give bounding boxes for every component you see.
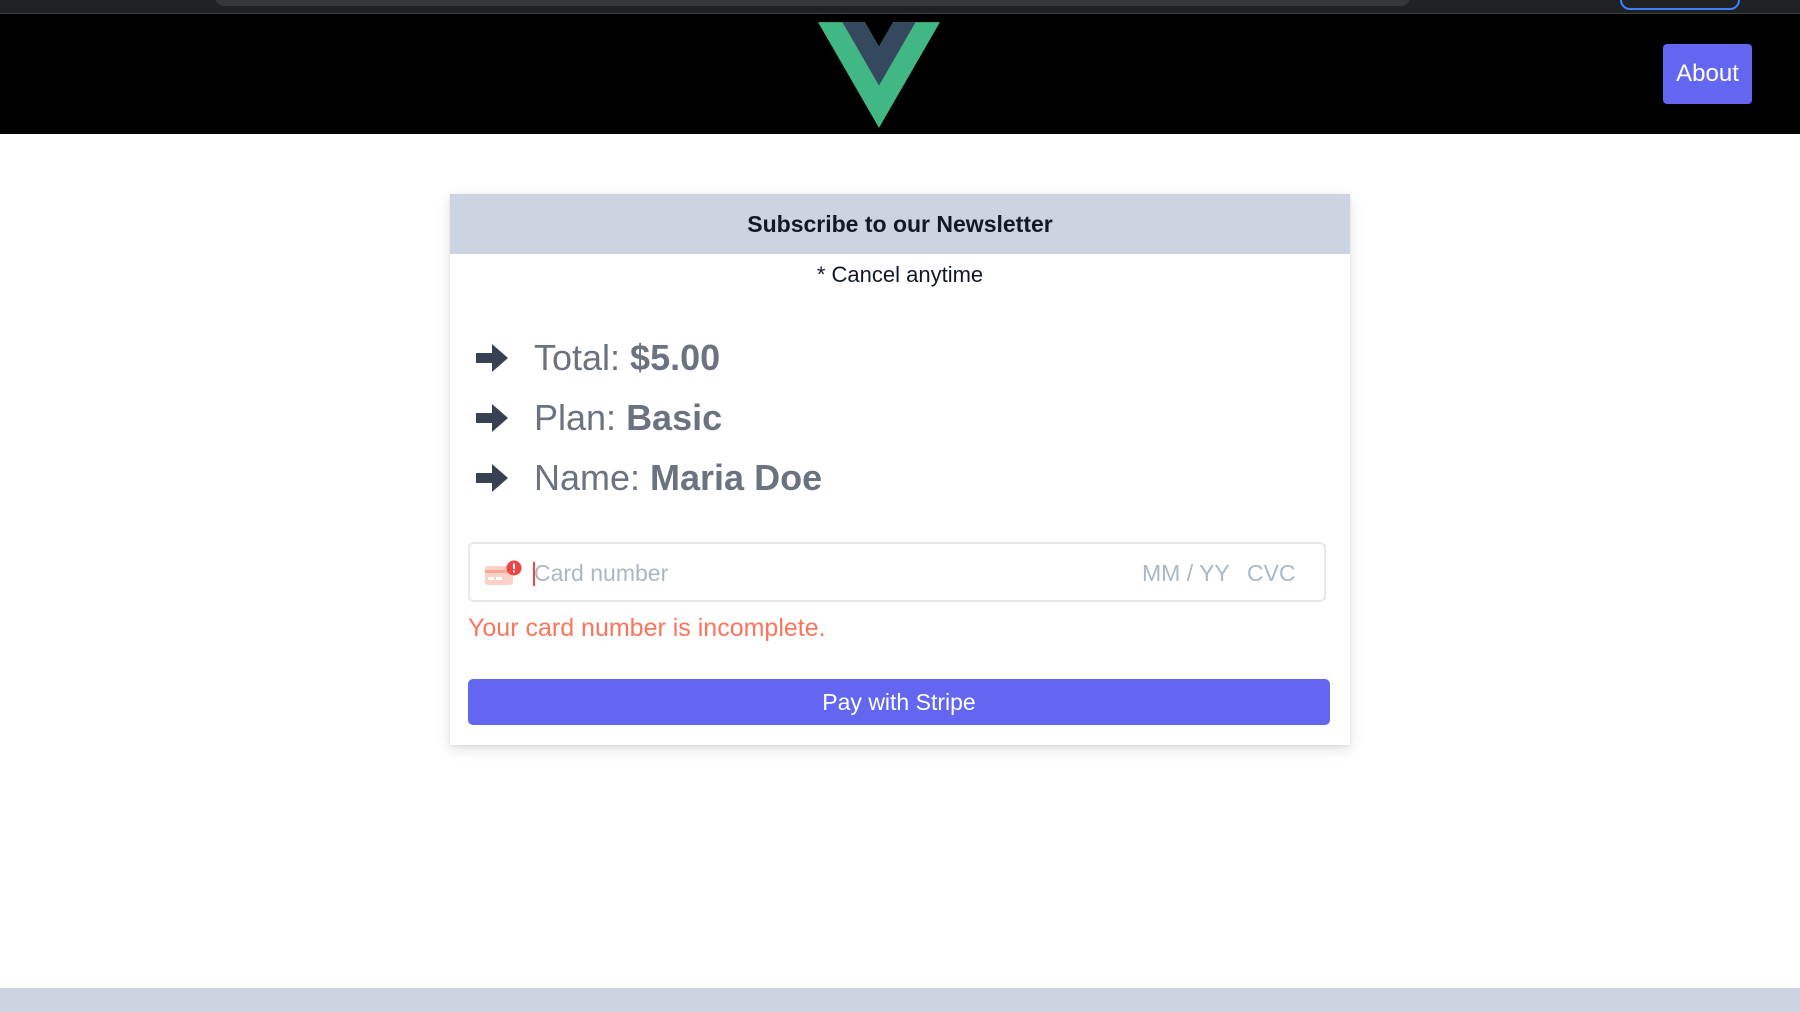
card-cvc-input[interactable]: CVC	[1247, 560, 1296, 587]
card-title: Subscribe to our Newsletter	[450, 194, 1350, 254]
summary-plan-value: Basic	[626, 397, 723, 438]
summary-name-row: Name: Maria Doe	[474, 448, 822, 508]
arrow-right-icon	[476, 344, 508, 372]
vue-logo[interactable]	[818, 22, 940, 128]
arrow-right-icon	[476, 404, 508, 432]
summary-total-row: Total: $5.00	[474, 328, 822, 388]
card-subtitle: * Cancel anytime	[816, 262, 984, 287]
browser-address-bar[interactable]	[215, 0, 1410, 6]
pay-with-stripe-button[interactable]: Pay with Stripe	[468, 679, 1330, 725]
summary-total-value: $5.00	[630, 337, 721, 378]
summary-name-value: Maria Doe	[650, 457, 823, 498]
browser-top-strip	[0, 0, 1800, 14]
card-error-message: Your card number is incomplete.	[468, 614, 826, 642]
order-summary-list: Total: $5.00 Plan: Basic Name: Maria Doe	[474, 328, 822, 508]
about-button[interactable]: About	[1663, 44, 1752, 104]
subscription-card: Subscribe to our Newsletter * Cancel any…	[450, 194, 1350, 745]
credit-card-error-icon	[485, 560, 522, 585]
summary-name-label: Name:	[534, 457, 641, 498]
summary-plan-row: Plan: Basic	[474, 388, 822, 448]
navbar: About	[0, 14, 1800, 134]
card-expiry-input[interactable]: MM / YY	[1142, 560, 1230, 587]
arrow-right-icon	[476, 464, 508, 492]
stripe-card-element[interactable]: MM / YY CVC	[468, 542, 1326, 602]
footer	[0, 988, 1800, 1012]
browser-profile-button[interactable]	[1620, 0, 1740, 10]
summary-total-label: Total:	[534, 337, 621, 378]
card-number-input[interactable]	[534, 556, 1094, 590]
summary-plan-label: Plan:	[534, 397, 617, 438]
